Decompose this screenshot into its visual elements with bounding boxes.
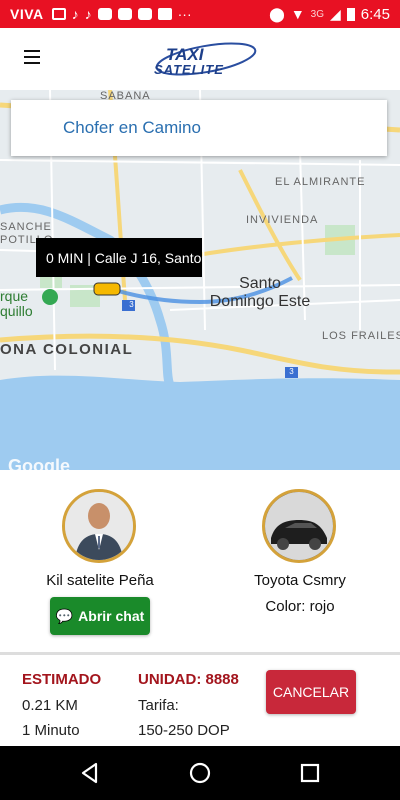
map-label-el-almirante: EL ALMIRANTE	[275, 176, 366, 188]
eta-bubble: 0 MIN | Calle J 16, Santo	[36, 238, 202, 277]
youtube-icon	[97, 8, 112, 20]
back-icon[interactable]	[78, 761, 102, 785]
wifi-icon: ▼	[290, 6, 305, 22]
tiktok-icon: ♪	[84, 6, 92, 22]
unit-label: UNIDAD: 8888	[138, 671, 239, 688]
app-bar: TAXI SATELITE	[0, 28, 400, 91]
section-divider	[0, 652, 400, 655]
open-chat-button[interactable]: 💬 Abrir chat	[50, 597, 150, 635]
android-nav-bar	[0, 746, 400, 800]
youtube-icon	[137, 8, 152, 20]
clock: 6:45	[360, 5, 390, 23]
notification-icons: ♪ ♪ ···	[51, 6, 192, 22]
map-label-santo-domingo-este: Santo Domingo Este	[209, 275, 311, 310]
youtube-icon	[117, 8, 132, 20]
fare-label: Tarifa:	[138, 697, 179, 714]
fare-value: 150-250 DOP	[138, 722, 230, 739]
signal-icon: ◢	[330, 5, 341, 22]
driver-avatar	[62, 489, 136, 563]
location-icon: ⬤	[269, 5, 285, 22]
map-label-zona-colonial: ONA COLONIAL	[0, 341, 134, 358]
facebook-icon	[157, 8, 172, 20]
more-icon: ···	[177, 6, 192, 22]
map-label-parque-a: rque	[0, 288, 29, 304]
trip-status-text: Chofer en Camino	[63, 118, 201, 137]
message-icon	[51, 8, 66, 20]
vehicle-photo	[262, 489, 336, 563]
battery-icon	[346, 7, 355, 21]
cancel-button[interactable]: CANCELAR	[266, 670, 356, 714]
logo-text-bottom: SATELITE	[154, 62, 224, 77]
home-icon[interactable]	[188, 761, 212, 785]
carrier-name: VIVA	[10, 6, 44, 22]
map-label-parque-b: quillo	[0, 303, 33, 319]
taxi-satelite-logo: TAXI SATELITE	[154, 42, 257, 77]
highway-shield-3-east: 3	[289, 367, 294, 376]
highway-shield-3-west: 3	[129, 300, 134, 309]
open-chat-label: Abrir chat	[78, 608, 145, 624]
trip-duration: 1 Minuto	[22, 722, 80, 739]
vehicle-model: Toyota Csmry	[254, 572, 346, 589]
chat-bubble-icon: 💬	[55, 607, 74, 624]
map-label-los-frailes: LOS FRAILES	[322, 330, 400, 342]
map-label-sanche: SANCHE	[0, 221, 52, 233]
recents-icon[interactable]	[298, 761, 322, 785]
map-label-invivienda: INVIVIENDA	[246, 214, 319, 226]
driver-name: Kil satelite Peña	[46, 572, 154, 589]
menu-button[interactable]	[24, 50, 40, 64]
status-bar: VIVA ♪ ♪ ··· ⬤ ▼ 3G ◢ 6:45	[0, 0, 400, 28]
vehicle-color: Color: rojo	[265, 598, 335, 615]
trip-status-card[interactable]: Chofer en Camino	[11, 100, 387, 156]
network-type: 3G	[310, 8, 325, 20]
tiktok-icon: ♪	[71, 6, 79, 22]
estimated-label: ESTIMADO	[22, 671, 102, 688]
trip-distance: 0.21 KM	[22, 697, 78, 714]
